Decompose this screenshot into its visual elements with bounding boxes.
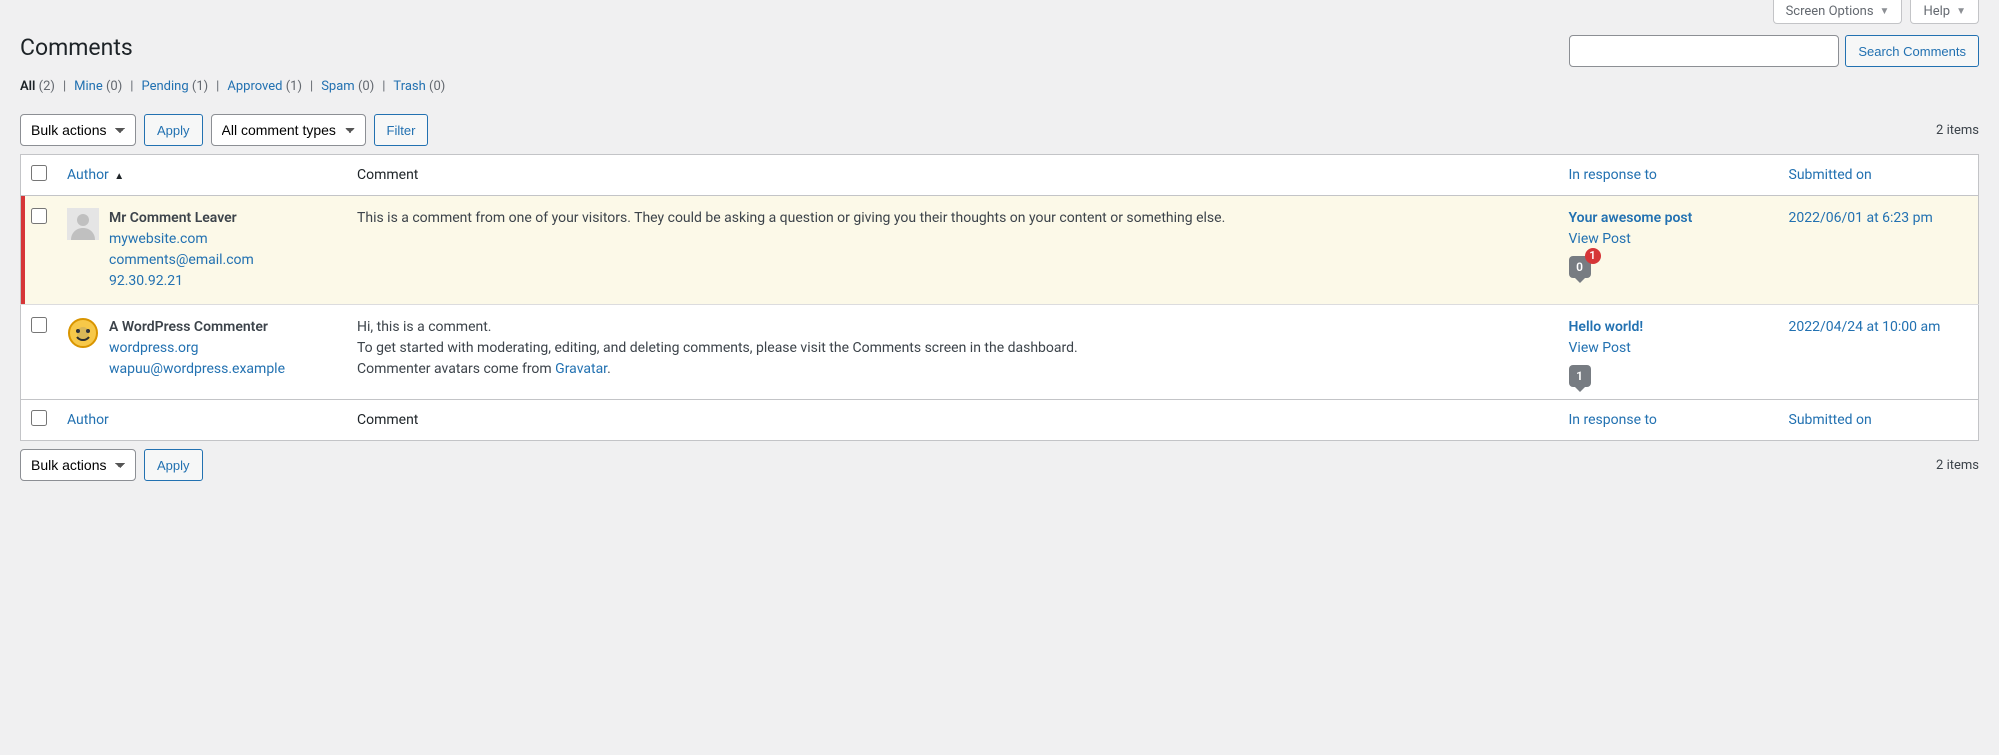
filter-all[interactable]: All [20, 79, 35, 94]
column-comment-foot: Comment [357, 412, 418, 428]
filter-all-count: (2) [39, 79, 55, 94]
row-checkbox[interactable] [31, 208, 47, 224]
row-checkbox[interactable] [31, 317, 47, 333]
screen-options-label: Screen Options [1786, 4, 1874, 19]
column-response-sort[interactable]: In response to [1569, 167, 1657, 183]
filter-pending[interactable]: Pending [141, 79, 188, 94]
column-response-sort-foot[interactable]: In response to [1569, 412, 1657, 428]
author-site-link[interactable]: wordpress.org [109, 340, 199, 356]
pending-badge: 1 [1585, 248, 1601, 264]
search-comments-input[interactable] [1569, 35, 1839, 67]
view-post-link[interactable]: View Post [1569, 231, 1631, 247]
avatar [67, 208, 99, 240]
date-link[interactable]: 2022/06/01 at 6:23 pm [1789, 210, 1933, 226]
item-count-top: 2 items [1936, 123, 1979, 138]
status-filter-links: All (2) | Mine (0) | Pending (1) | Appro… [20, 79, 1979, 94]
column-date-sort-foot[interactable]: Submitted on [1789, 412, 1872, 428]
select-all-bottom[interactable] [31, 410, 47, 426]
bulk-actions-select-top[interactable]: Bulk actions [20, 114, 136, 146]
filter-spam-count: (0) [358, 79, 374, 94]
comments-table: Author ▲ Comment In response to Submitte… [20, 154, 1979, 441]
response-post-link[interactable]: Your awesome post [1569, 210, 1693, 226]
column-date-sort[interactable]: Submitted on [1789, 167, 1872, 183]
author-name: A WordPress Commenter [109, 317, 285, 338]
filter-mine-count: (0) [106, 79, 122, 94]
comment-type-select[interactable]: All comment types [211, 114, 366, 146]
author-ip-link[interactable]: 92.30.92.21 [109, 273, 183, 289]
filter-approved-count: (1) [286, 79, 302, 94]
response-post-link[interactable]: Hello world! [1569, 319, 1644, 335]
select-all-top[interactable] [31, 165, 47, 181]
author-site-link[interactable]: mywebsite.com [109, 231, 208, 247]
filter-spam[interactable]: Spam [321, 79, 355, 94]
author-name: Mr Comment Leaver [109, 208, 254, 229]
date-link[interactable]: 2022/04/24 at 10:00 am [1789, 319, 1941, 335]
column-comment: Comment [357, 167, 418, 183]
filter-mine[interactable]: Mine [74, 79, 103, 94]
bulk-apply-button-top[interactable]: Apply [144, 114, 203, 146]
filter-approved[interactable]: Approved [227, 79, 282, 94]
gravatar-link[interactable]: Gravatar [555, 361, 607, 377]
item-count-bottom: 2 items [1936, 458, 1979, 473]
filter-pending-count: (1) [192, 79, 208, 94]
sort-asc-icon: ▲ [114, 171, 124, 182]
avatar [67, 317, 99, 349]
help-label: Help [1923, 4, 1950, 19]
chevron-down-icon: ▼ [1956, 6, 1966, 17]
chevron-down-icon: ▼ [1880, 6, 1890, 17]
help-tab[interactable]: Help ▼ [1910, 0, 1979, 24]
filter-trash[interactable]: Trash [393, 79, 425, 94]
screen-options-tab[interactable]: Screen Options ▼ [1773, 0, 1903, 24]
search-comments-button[interactable]: Search Comments [1845, 35, 1979, 67]
comment-row: A WordPress Commenter wordpress.org wapu… [21, 305, 1979, 400]
filter-trash-count: (0) [429, 79, 445, 94]
filter-button[interactable]: Filter [374, 114, 429, 146]
column-author-sort[interactable]: Author ▲ [67, 167, 124, 183]
comment-content: This is a comment from one of your visit… [347, 196, 1559, 305]
author-email-link[interactable]: wapuu@wordpress.example [109, 361, 285, 377]
column-author-sort-foot[interactable]: Author [67, 412, 109, 428]
comment-row: Mr Comment Leaver mywebsite.com comments… [21, 196, 1979, 305]
comment-count-bubble[interactable]: 1 [1569, 365, 1591, 387]
bulk-actions-select-bottom[interactable]: Bulk actions [20, 449, 136, 481]
view-post-link[interactable]: View Post [1569, 340, 1631, 356]
bulk-apply-button-bottom[interactable]: Apply [144, 449, 203, 481]
comment-content: Hi, this is a comment. To get started wi… [347, 305, 1559, 400]
comment-count-bubble[interactable]: 0 1 [1569, 256, 1591, 278]
author-email-link[interactable]: comments@email.com [109, 252, 254, 268]
